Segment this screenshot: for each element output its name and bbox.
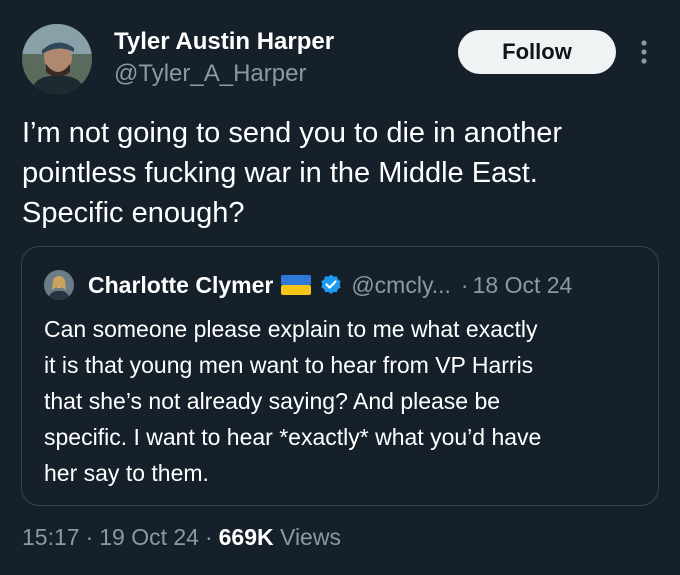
quoted-tweet[interactable]: Charlotte Clymer @cmcly... · 18 Oct 24 C…: [21, 246, 659, 506]
quote-author-handle[interactable]: @cmcly...: [351, 272, 451, 299]
meta-separator: ·: [204, 524, 213, 550]
more-vertical-icon[interactable]: [634, 36, 654, 68]
author-avatar[interactable]: [22, 24, 92, 94]
tweet-time[interactable]: 15:17: [22, 524, 80, 550]
views-count: 669K: [218, 524, 274, 550]
quote-header: Charlotte Clymer @cmcly... · 18 Oct 24: [88, 269, 572, 301]
ukraine-flag-icon: [281, 275, 312, 295]
quote-text: Can someone please explain to me what ex…: [44, 316, 542, 486]
author-handle[interactable]: @Tyler_A_Harper: [114, 58, 306, 90]
follow-button[interactable]: Follow: [458, 30, 616, 74]
tweet-meta: 15:17 · 19 Oct 24 · 669K Views: [22, 521, 341, 553]
author-name[interactable]: Tyler Austin Harper: [114, 26, 334, 58]
verified-badge-icon: [319, 273, 343, 297]
quote-separator: ·: [460, 271, 469, 298]
tweet-card: Tyler Austin Harper @Tyler_A_Harper Foll…: [0, 0, 680, 575]
profile-photo-icon: [22, 24, 92, 94]
tweet-date[interactable]: 19 Oct 24: [99, 524, 199, 550]
quote-date[interactable]: 18 Oct 24: [473, 272, 573, 299]
tweet-text: I’m not going to send you to die in anot…: [22, 117, 563, 229]
quote-profile-photo-icon: [44, 270, 74, 300]
views-label: Views: [280, 524, 341, 550]
meta-separator: ·: [85, 524, 94, 550]
quote-author-name[interactable]: Charlotte Clymer: [88, 272, 273, 299]
quote-author-avatar[interactable]: [44, 270, 74, 300]
